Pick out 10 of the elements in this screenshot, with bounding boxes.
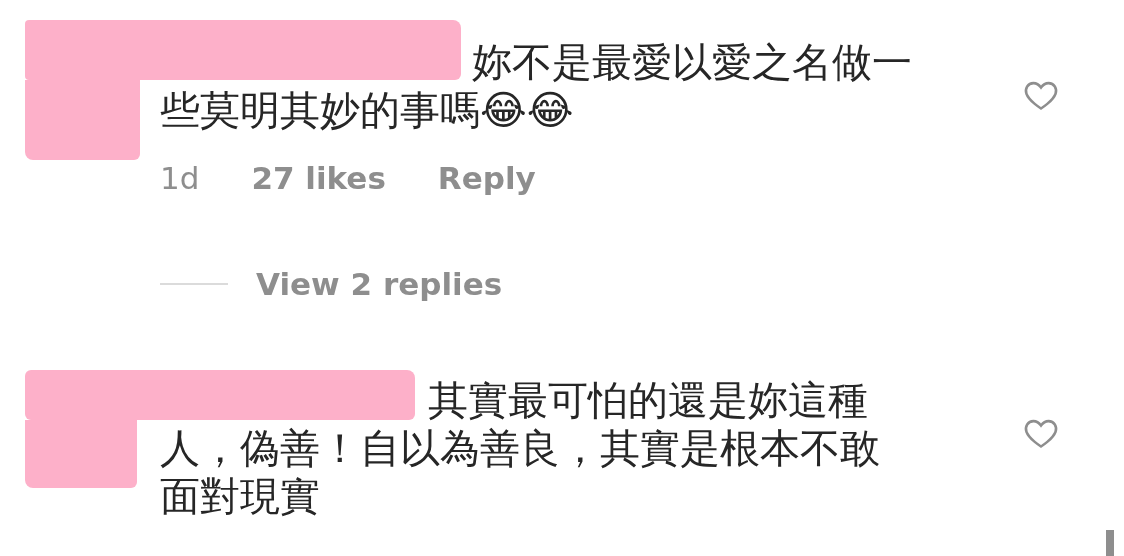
comment-text: 面對現實: [160, 472, 321, 520]
scroll-indicator: [1106, 530, 1114, 556]
timestamp: 1d: [160, 160, 200, 196]
reply-button[interactable]: Reply: [437, 160, 536, 196]
likes-link[interactable]: 27 likes: [251, 160, 386, 196]
view-replies-button[interactable]: View 2 replies: [256, 266, 503, 302]
comment-text: 其實最可怕的還是妳這種: [428, 376, 869, 424]
comment-text: 妳不是最愛以愛之名做一: [472, 38, 913, 86]
comment-text: 人，偽善！自以為善良，其實是根本不敢: [160, 424, 881, 472]
comment-text: 些莫明其妙的事嗎😂😂: [160, 86, 575, 134]
